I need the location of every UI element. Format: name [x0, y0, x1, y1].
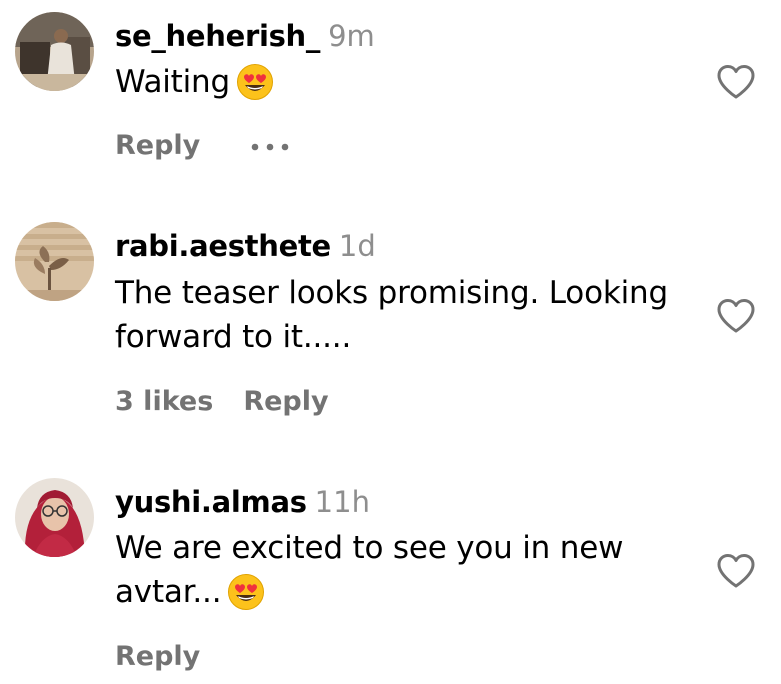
comment: se_heherish_ 9m Waiting Reply: [0, 0, 781, 200]
comment-body: Waiting: [115, 64, 230, 100]
avatar[interactable]: [15, 222, 94, 301]
comment-text: Waiting: [115, 60, 705, 113]
reply-button[interactable]: Reply: [243, 386, 328, 417]
more-options-icon[interactable]: [250, 137, 290, 156]
reply-button[interactable]: Reply: [115, 641, 200, 672]
heart-eyes-emoji: [227, 573, 265, 623]
timestamp[interactable]: 9m: [328, 19, 375, 53]
username[interactable]: se_heherish_: [115, 19, 320, 53]
comment-text: We are excited to see you in new avtar..…: [115, 526, 675, 623]
avatar[interactable]: [15, 12, 94, 91]
timestamp[interactable]: 1d: [339, 229, 376, 263]
avatar[interactable]: [15, 478, 94, 557]
username[interactable]: yushi.almas: [115, 485, 307, 519]
likes-count[interactable]: 3 likes: [115, 386, 213, 417]
timestamp[interactable]: 11h: [315, 485, 370, 519]
comment-body: We are excited to see you in new avtar..…: [115, 530, 624, 610]
like-heart-icon[interactable]: [716, 298, 756, 334]
like-heart-icon[interactable]: [716, 553, 756, 589]
reply-button[interactable]: Reply: [115, 130, 200, 161]
comment-text: The teaser looks promising. Looking forw…: [115, 275, 668, 355]
heart-eyes-emoji: [236, 63, 274, 113]
username[interactable]: rabi.aesthete: [115, 229, 331, 263]
like-heart-icon[interactable]: [716, 64, 756, 100]
